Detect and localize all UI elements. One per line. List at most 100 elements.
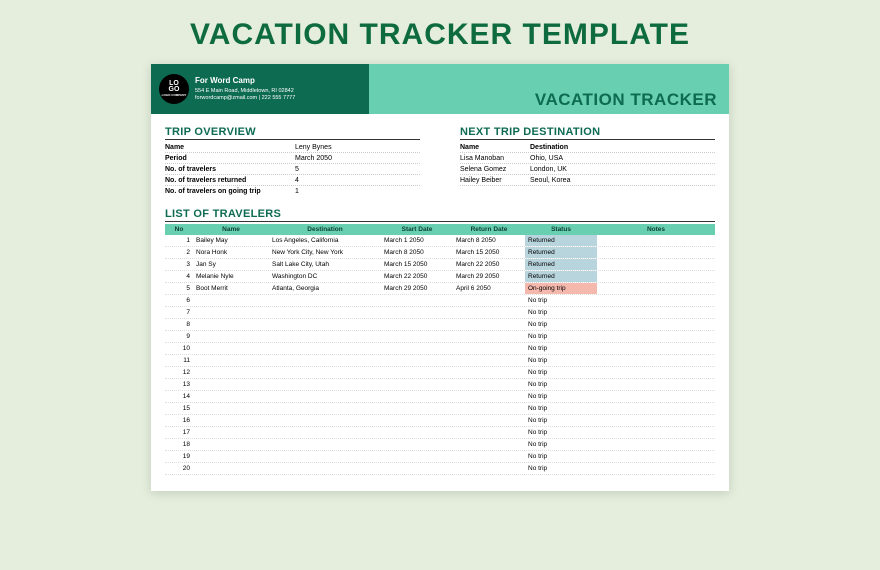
cell-dest bbox=[269, 451, 381, 462]
cell-start: March 15 2050 bbox=[381, 259, 453, 270]
cell-status: No trip bbox=[525, 295, 597, 306]
cell-dest: Atlanta, Georgia bbox=[269, 283, 381, 294]
cell-start bbox=[381, 331, 453, 342]
cell-name bbox=[193, 367, 269, 378]
cell-start bbox=[381, 451, 453, 462]
cell-dest bbox=[269, 415, 381, 426]
cell-return bbox=[453, 463, 525, 474]
table-row: 18No trip bbox=[165, 439, 715, 451]
cell-dest bbox=[269, 427, 381, 438]
cell-return: March 15 2050 bbox=[453, 247, 525, 258]
document-card: LO GO LOGO COMPANY For Word Camp 554 E M… bbox=[151, 64, 729, 491]
cell-notes bbox=[597, 247, 715, 258]
cell-name bbox=[193, 463, 269, 474]
table-row: 1Bailey MayLos Angeles, CaliforniaMarch … bbox=[165, 235, 715, 247]
cell-notes bbox=[597, 343, 715, 354]
logo-icon: LO GO LOGO COMPANY bbox=[159, 74, 189, 104]
table-row: 6No trip bbox=[165, 295, 715, 307]
list-section: LIST OF TRAVELERS No Name Destination St… bbox=[165, 208, 715, 475]
cell-status: No trip bbox=[525, 307, 597, 318]
nexttrip-section: NEXT TRIP DESTINATION Name Destination L… bbox=[460, 126, 715, 196]
document-header: LO GO LOGO COMPANY For Word Camp 554 E M… bbox=[151, 64, 729, 114]
cell-status: No trip bbox=[525, 343, 597, 354]
table-row: 14No trip bbox=[165, 391, 715, 403]
table-row: 11No trip bbox=[165, 355, 715, 367]
cell-start: March 29 2050 bbox=[381, 283, 453, 294]
cell-start bbox=[381, 295, 453, 306]
cell-no: 14 bbox=[165, 391, 193, 402]
table-header: No Name Destination Start Date Return Da… bbox=[165, 224, 715, 235]
cell-dest bbox=[269, 391, 381, 402]
cell-dest bbox=[269, 439, 381, 450]
cell-no: 1 bbox=[165, 235, 193, 246]
overview-title: TRIP OVERVIEW bbox=[165, 126, 420, 140]
cell-notes bbox=[597, 319, 715, 330]
cell-no: 8 bbox=[165, 319, 193, 330]
col-dest: Destination bbox=[269, 224, 381, 235]
cell-name bbox=[193, 451, 269, 462]
cell-dest bbox=[269, 355, 381, 366]
nexttrip-header: Name Destination bbox=[460, 142, 715, 153]
nexttrip-name: Lisa Manoban bbox=[460, 155, 530, 162]
cell-start bbox=[381, 403, 453, 414]
cell-no: 7 bbox=[165, 307, 193, 318]
cell-return bbox=[453, 331, 525, 342]
cell-status: No trip bbox=[525, 355, 597, 366]
cell-notes bbox=[597, 355, 715, 366]
cell-notes bbox=[597, 379, 715, 390]
table-row: 4Melanie NyleWashington DCMarch 22 2050M… bbox=[165, 271, 715, 283]
logo-subtext: LOGO COMPANY bbox=[162, 94, 187, 97]
table-row: 13No trip bbox=[165, 379, 715, 391]
col-name: Name bbox=[193, 224, 269, 235]
cell-dest bbox=[269, 379, 381, 390]
company-address: 554 E Main Road, Middletown, RI 02842 bbox=[195, 88, 295, 95]
cell-return bbox=[453, 403, 525, 414]
cell-dest: New York City, New York bbox=[269, 247, 381, 258]
cell-return bbox=[453, 439, 525, 450]
cell-notes bbox=[597, 283, 715, 294]
cell-status: Returned bbox=[525, 247, 597, 258]
cell-return: March 29 2050 bbox=[453, 271, 525, 282]
cell-dest bbox=[269, 331, 381, 342]
cell-dest bbox=[269, 343, 381, 354]
cell-status: No trip bbox=[525, 331, 597, 342]
cell-return bbox=[453, 415, 525, 426]
nexttrip-row: Hailey BeiberSeoul, Korea bbox=[460, 175, 715, 186]
cell-start bbox=[381, 379, 453, 390]
cell-dest: Los Angeles, California bbox=[269, 235, 381, 246]
table-row: 9 No trip bbox=[165, 331, 715, 343]
cell-dest: Salt Lake City, Utah bbox=[269, 259, 381, 270]
overview-value: March 2050 bbox=[295, 155, 420, 162]
cell-name bbox=[193, 331, 269, 342]
cell-start bbox=[381, 307, 453, 318]
cell-name bbox=[193, 307, 269, 318]
table-row: 20No trip bbox=[165, 463, 715, 475]
cell-no: 9 bbox=[165, 331, 193, 342]
overview-value: 5 bbox=[295, 166, 420, 173]
cell-name: Boot Merrit bbox=[193, 283, 269, 294]
nexttrip-dest: Ohio, USA bbox=[530, 155, 715, 162]
cell-return bbox=[453, 319, 525, 330]
cell-dest bbox=[269, 319, 381, 330]
cell-dest bbox=[269, 463, 381, 474]
cell-status: No trip bbox=[525, 439, 597, 450]
cell-name bbox=[193, 379, 269, 390]
cell-name: Nora Honk bbox=[193, 247, 269, 258]
cell-notes bbox=[597, 307, 715, 318]
cell-notes bbox=[597, 259, 715, 270]
nexttrip-row: Lisa ManobanOhio, USA bbox=[460, 153, 715, 164]
cell-status: Returned bbox=[525, 235, 597, 246]
overview-label: Name bbox=[165, 144, 295, 151]
overview-label: No. of travelers returned bbox=[165, 177, 295, 184]
cell-name bbox=[193, 355, 269, 366]
table-row: 17No trip bbox=[165, 427, 715, 439]
cell-return bbox=[453, 295, 525, 306]
cell-no: 3 bbox=[165, 259, 193, 270]
cell-name bbox=[193, 427, 269, 438]
cell-dest bbox=[269, 295, 381, 306]
cell-return bbox=[453, 427, 525, 438]
col-return: Return Date bbox=[453, 224, 525, 235]
overview-label: Period bbox=[165, 155, 295, 162]
col-notes: Notes bbox=[597, 224, 715, 235]
table-row: 5Boot MerritAtlanta, GeorgiaMarch 29 205… bbox=[165, 283, 715, 295]
